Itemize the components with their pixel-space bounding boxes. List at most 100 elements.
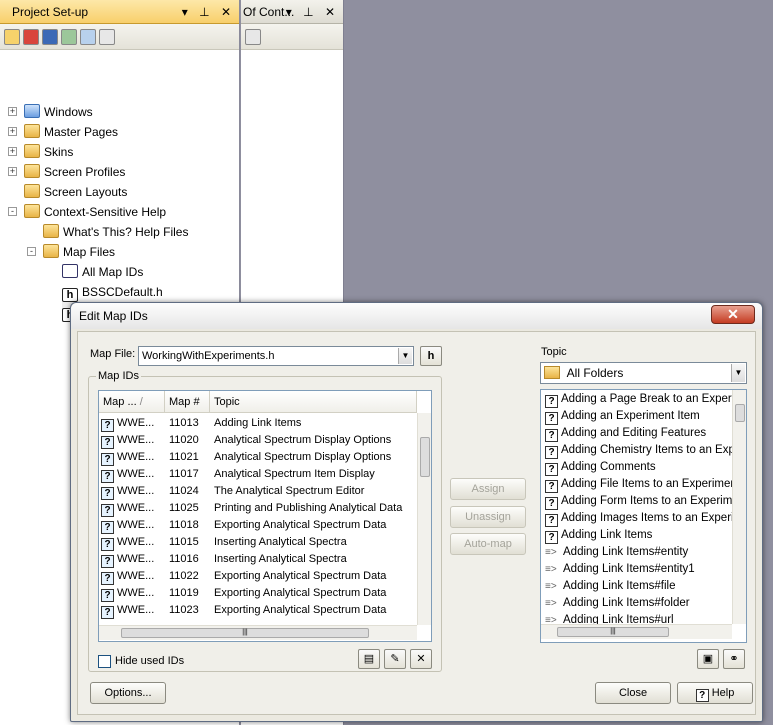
list-item[interactable]: ≡> Adding Link Items#file — [545, 578, 732, 595]
add-icon[interactable] — [61, 28, 77, 45]
table-row[interactable]: ? WWE... 11017 Analytical Spectrum Item Dis… — [99, 466, 417, 483]
bookmark-icon: ≡> — [545, 598, 557, 609]
open-map-file-icon[interactable]: h — [420, 346, 442, 366]
topic-cell: Analytical Spectrum Item Display — [214, 468, 375, 480]
list-item[interactable]: ? Adding Images Items to an Experim — [545, 510, 732, 527]
collapse-icon[interactable]: - — [27, 247, 36, 256]
delete-icon[interactable] — [99, 28, 115, 45]
map-ids-vertical-scrollbar[interactable] — [417, 413, 431, 625]
help-button[interactable]: ? Help — [677, 682, 753, 704]
pane-window-buttons[interactable]: ▾ ⊥ ✕ — [182, 0, 235, 24]
open-topic-icon[interactable]: ▣ — [697, 649, 719, 669]
list-item[interactable]: ≡> Adding Link Items#entity — [545, 544, 732, 561]
close-icon[interactable]: ✕ — [711, 305, 755, 324]
list-item[interactable]: ≡> Adding Link Items#entity1 — [545, 561, 732, 578]
list-item[interactable]: ? Adding Form Items to an Experimen — [545, 493, 732, 510]
list-item[interactable]: ? Adding and Editing Features — [545, 425, 732, 442]
tree-node[interactable]: + Screen Profiles — [8, 162, 125, 182]
expand-icon[interactable]: + — [8, 147, 17, 156]
topic-page-icon: ? — [545, 463, 558, 476]
new-icon[interactable] — [4, 28, 20, 45]
tree-node[interactable]: Screen Layouts — [24, 182, 127, 202]
topic-folder-select[interactable]: All Folders ▼ — [540, 362, 747, 384]
list-item[interactable]: ? Adding Link Items — [545, 527, 732, 544]
new-map-id-icon[interactable]: ▤ — [358, 649, 380, 669]
toc-window-buttons[interactable]: ▾ ⊥ ✕ — [286, 0, 339, 24]
tree-node[interactable]: - Map Files — [27, 242, 115, 262]
expand-icon[interactable]: + — [8, 127, 17, 136]
topic-folder-value: All Folders — [566, 366, 624, 380]
edit-map-ids-dialog: Edit Map IDs ✕ Map File: WorkingWithExpe… — [70, 302, 763, 722]
map-ids-list[interactable]: Map ... / Map # Topic ? WWE... 11013 Adding… — [98, 390, 432, 642]
tree-node-label: Master Pages — [44, 125, 119, 139]
chevron-down-icon[interactable]: ▼ — [731, 364, 745, 382]
scroll-thumb[interactable] — [420, 437, 430, 477]
chevron-down-icon[interactable]: ▼ — [398, 348, 412, 364]
table-row[interactable]: ? WWE... 11022 Exporting Analytical Spectru… — [99, 568, 417, 585]
table-row[interactable]: ? WWE... 11019 Exporting Analytical Spectru… — [99, 585, 417, 602]
scroll-thumb[interactable]: ||| — [557, 627, 669, 637]
tree-node[interactable]: + Windows — [8, 102, 93, 122]
table-row[interactable]: ? WWE... 11023 Exporting Analytical Spectru… — [99, 602, 417, 619]
edit-pencil-icon[interactable]: ✎ — [384, 649, 406, 669]
tree-node-label: What's This? Help Files — [63, 225, 189, 239]
table-row[interactable]: ? WWE... 11025 Printing and Publishing Anal… — [99, 500, 417, 517]
table-row[interactable]: ? WWE... 11016 Inserting Analytical Spectra — [99, 551, 417, 568]
scroll-thumb[interactable] — [735, 404, 745, 422]
topic-list[interactable]: ? Adding a Page Break to an Experim? Addin… — [540, 389, 747, 643]
expand-icon[interactable]: + — [8, 107, 17, 116]
bookmark-icon: ≡> — [545, 547, 557, 558]
table-row[interactable]: ? WWE... 11020 Analytical Spectrum Display … — [99, 432, 417, 449]
column-header-map-id[interactable]: Map ... / — [99, 391, 165, 413]
collapse-icon[interactable]: - — [8, 207, 17, 216]
topic-label: Adding File Items to an Experiment — [561, 478, 732, 490]
tree-node[interactable]: h BSSCDefault.h — [62, 282, 163, 302]
tree-node[interactable]: + Skins — [8, 142, 73, 162]
map-file-select[interactable]: WorkingWithExperiments.h ▼ — [138, 346, 414, 366]
map-number-cell: 11017 — [169, 468, 199, 480]
topic-horizontal-scrollbar[interactable]: ||| — [541, 624, 732, 639]
list-item[interactable]: ? Adding a Page Break to an Experim — [545, 391, 732, 408]
table-row[interactable]: ? WWE... 11013 Adding Link Items — [99, 415, 417, 432]
column-header-topic[interactable]: Topic — [210, 391, 417, 413]
assign-button[interactable]: Assign — [450, 478, 526, 500]
list-item[interactable]: ? Adding Comments — [545, 459, 732, 476]
hide-used-ids-checkbox[interactable] — [98, 655, 111, 668]
table-row[interactable]: ? WWE... 11024 The Analytical Spectrum Edit… — [99, 483, 417, 500]
topic-label: Adding Link Items — [561, 529, 653, 541]
topic-vertical-scrollbar[interactable] — [732, 390, 746, 624]
window-icon[interactable] — [42, 28, 58, 45]
options-button[interactable]: Options... — [90, 682, 166, 704]
tree-node[interactable]: All Map IDs — [62, 262, 143, 282]
table-row[interactable]: ? WWE... 11018 Exporting Analytical Spectru… — [99, 517, 417, 534]
map-ids-horizontal-scrollbar[interactable]: ||| — [99, 625, 417, 640]
dialog-body: Map File: WorkingWithExperiments.h ▼ h M… — [77, 331, 756, 715]
map-id-icon: ? — [101, 419, 114, 432]
table-row[interactable]: ? WWE... 11021 Analytical Spectrum Display … — [99, 449, 417, 466]
preview-glasses-icon[interactable]: ⚭ — [723, 649, 745, 669]
list-item[interactable]: ? Adding an Experiment Item — [545, 408, 732, 425]
tree-node[interactable]: + Master Pages — [8, 122, 119, 142]
unassign-button[interactable]: Unassign — [450, 506, 526, 528]
properties-icon[interactable] — [80, 28, 96, 45]
expand-icon[interactable]: + — [8, 167, 17, 176]
topic-label: Adding Form Items to an Experimen — [561, 495, 732, 507]
delete-icon[interactable]: ✕ — [410, 649, 432, 669]
toc-toolbar-icon[interactable] — [245, 28, 261, 45]
skin-icon[interactable] — [23, 28, 39, 45]
list-item[interactable]: ≡> Adding Link Items#folder — [545, 595, 732, 612]
tree-node[interactable]: - Context-Sensitive Help — [8, 202, 166, 222]
close-button[interactable]: Close — [595, 682, 671, 704]
project-toolbar — [0, 24, 239, 50]
map-file-label: Map File: — [90, 348, 136, 360]
topic-label: Adding and Editing Features — [561, 427, 707, 439]
folder-icon — [24, 144, 40, 158]
tree-node[interactable]: What's This? Help Files — [43, 222, 188, 242]
list-item[interactable]: ? Adding File Items to an Experiment — [545, 476, 732, 493]
column-header-map-number[interactable]: Map # — [165, 391, 210, 413]
map-id-cell: ? WWE... — [101, 500, 154, 517]
scroll-thumb[interactable]: ||| — [121, 628, 369, 638]
table-row[interactable]: ? WWE... 11015 Inserting Analytical Spectra — [99, 534, 417, 551]
auto-map-button[interactable]: Auto-map — [450, 533, 526, 555]
list-item[interactable]: ? Adding Chemistry Items to an Expe — [545, 442, 732, 459]
